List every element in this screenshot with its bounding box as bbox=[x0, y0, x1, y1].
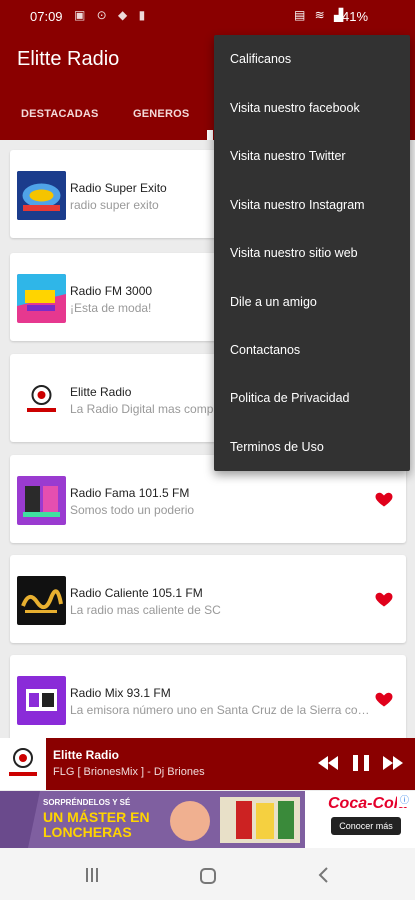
fast-forward-icon[interactable] bbox=[382, 752, 404, 774]
system-nav-bar bbox=[0, 848, 415, 900]
tab-indicator bbox=[207, 130, 213, 140]
tab-destacadas[interactable]: DESTACADAS bbox=[21, 108, 99, 120]
notification-icons: ▣ ⊙ ◆ ▮ bbox=[74, 8, 150, 22]
station-card[interactable]: Radio Caliente 105.1 FM La radio mas cal… bbox=[10, 555, 406, 643]
status-time: 07:09 bbox=[30, 9, 63, 24]
station-description: Somos todo un poderio bbox=[70, 503, 195, 517]
station-name: Radio FM 3000 bbox=[70, 284, 153, 298]
signal-icons: ▤ ≋ ▟ bbox=[294, 8, 347, 22]
rewind-icon[interactable] bbox=[317, 752, 339, 774]
station-logo bbox=[17, 274, 66, 323]
ad-headline-2: UN MÁSTER EN bbox=[43, 809, 150, 825]
tab-generos[interactable]: GENEROS bbox=[133, 108, 189, 120]
app-title: Elitte Radio bbox=[17, 48, 120, 70]
station-name: Elitte Radio bbox=[70, 385, 132, 399]
station-name: Radio Caliente 105.1 FM bbox=[70, 586, 203, 600]
home-icon[interactable] bbox=[199, 867, 217, 885]
station-name: Radio Fama 101.5 FM bbox=[70, 486, 190, 500]
station-description: La radio mas caliente de SC bbox=[70, 603, 221, 617]
menu-item-facebook[interactable]: Visita nuestro facebook bbox=[230, 101, 360, 115]
ad-headline-3: LONCHERAS bbox=[43, 824, 132, 840]
battery-level: 41% bbox=[342, 9, 369, 24]
recents-icon[interactable] bbox=[84, 867, 100, 883]
ad-brand: Coca-Cola bbox=[328, 795, 408, 812]
station-name: Radio Mix 93.1 FM bbox=[70, 686, 171, 700]
player-station-logo bbox=[0, 738, 46, 790]
menu-item-twitter[interactable]: Visita nuestro Twitter bbox=[230, 149, 346, 163]
player-subtitle: FLG [ BrionesMix ] - Dj Briones bbox=[53, 766, 205, 778]
station-logo bbox=[17, 576, 66, 625]
station-logo bbox=[17, 676, 66, 725]
ad-info-icon[interactable]: ⓘ bbox=[397, 793, 412, 807]
player-title: Elitte Radio bbox=[53, 748, 120, 762]
ad-headline: SORPRÉNDELOS Y SÉ bbox=[43, 798, 131, 807]
mini-player[interactable]: Elitte Radio FLG [ BrionesMix ] - Dj Bri… bbox=[0, 738, 415, 790]
ad-cta-button[interactable]: Conocer más bbox=[331, 817, 401, 835]
menu-item-contact[interactable]: Contactanos bbox=[230, 343, 300, 357]
station-name: Radio Super Exito bbox=[70, 181, 167, 195]
favorite-heart-icon[interactable] bbox=[374, 489, 394, 509]
station-logo bbox=[17, 375, 66, 424]
menu-item-calificanos[interactable]: Calificanos bbox=[230, 52, 291, 66]
menu-item-privacy[interactable]: Politica de Privacidad bbox=[230, 391, 350, 405]
ad-banner[interactable]: SORPRÉNDELOS Y SÉ UN MÁSTER EN LONCHERAS… bbox=[0, 791, 415, 848]
station-card[interactable]: Radio Mix 93.1 FM La emisora número uno … bbox=[10, 655, 406, 738]
favorite-heart-icon[interactable] bbox=[374, 689, 394, 709]
favorite-heart-icon[interactable] bbox=[374, 589, 394, 609]
pause-icon[interactable] bbox=[350, 752, 372, 774]
back-icon[interactable] bbox=[316, 867, 332, 883]
menu-item-instagram[interactable]: Visita nuestro Instagram bbox=[230, 198, 365, 212]
menu-item-share[interactable]: Dile a un amigo bbox=[230, 295, 317, 309]
station-description: La emisora número uno en Santa Cruz de l… bbox=[70, 703, 370, 717]
station-logo bbox=[17, 476, 66, 525]
menu-item-terms[interactable]: Terminos de Uso bbox=[230, 440, 324, 454]
overflow-menu: Calificanos Visita nuestro facebook Visi… bbox=[214, 35, 410, 471]
status-bar: 07:09 ▣ ⊙ ◆ ▮ ▤ ≋ ▟ 41% bbox=[0, 0, 415, 34]
menu-item-website[interactable]: Visita nuestro sitio web bbox=[230, 246, 358, 260]
station-logo bbox=[17, 171, 66, 220]
